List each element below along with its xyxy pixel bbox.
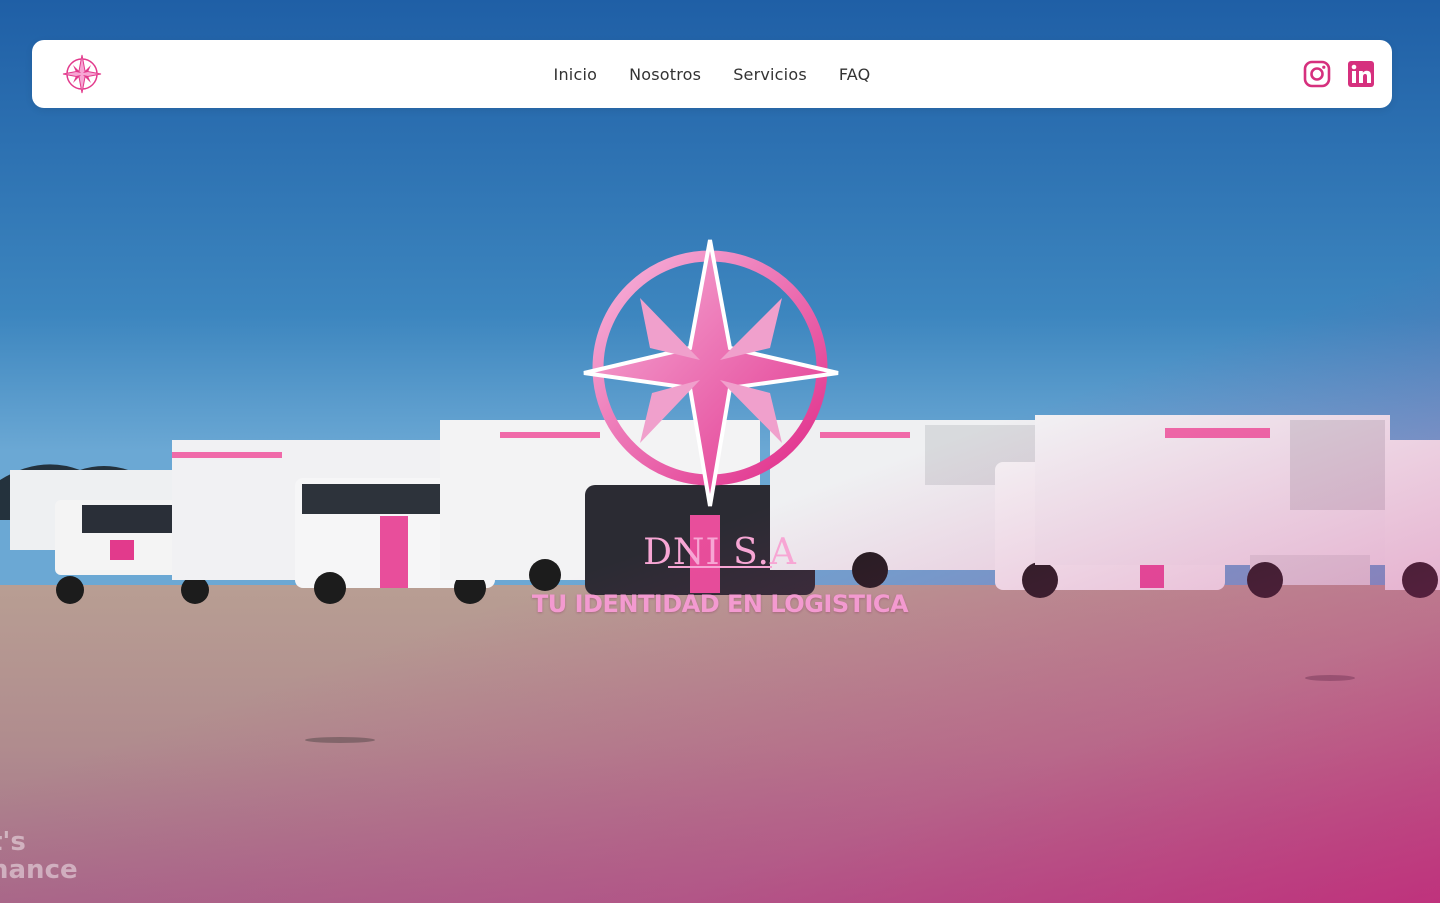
instagram-icon: [1303, 60, 1331, 88]
navbar: Inicio Nosotros Servicios FAQ: [32, 40, 1392, 108]
compass-logo-icon: [62, 54, 102, 94]
linkedin-icon: [1348, 61, 1374, 87]
behance-watermark: t's hance: [0, 828, 78, 884]
nav-links: Inicio Nosotros Servicios FAQ: [554, 65, 871, 84]
watermark-line2: hance: [0, 855, 78, 885]
instagram-link[interactable]: [1302, 59, 1332, 89]
compass-star-logo: [583, 239, 839, 507]
hero-brand: DNI S.A TU IDENTIDAD EN LOGISTICA: [520, 238, 920, 628]
watermark-line1: t's: [0, 827, 26, 857]
nav-link-servicios[interactable]: Servicios: [733, 65, 807, 84]
nav-link-nosotros[interactable]: Nosotros: [629, 65, 701, 84]
nav-link-faq[interactable]: FAQ: [839, 65, 871, 84]
nav-link-inicio[interactable]: Inicio: [554, 65, 598, 84]
hero-section: DNI S.A TU IDENTIDAD EN LOGISTICA t's ha…: [0, 0, 1440, 903]
linkedin-link[interactable]: [1346, 59, 1376, 89]
brand-underline: [668, 566, 772, 568]
social-links: [1302, 59, 1376, 89]
logo-home-link[interactable]: [60, 52, 104, 96]
brand-tagline: TU IDENTIDAD EN LOGISTICA: [531, 590, 909, 618]
